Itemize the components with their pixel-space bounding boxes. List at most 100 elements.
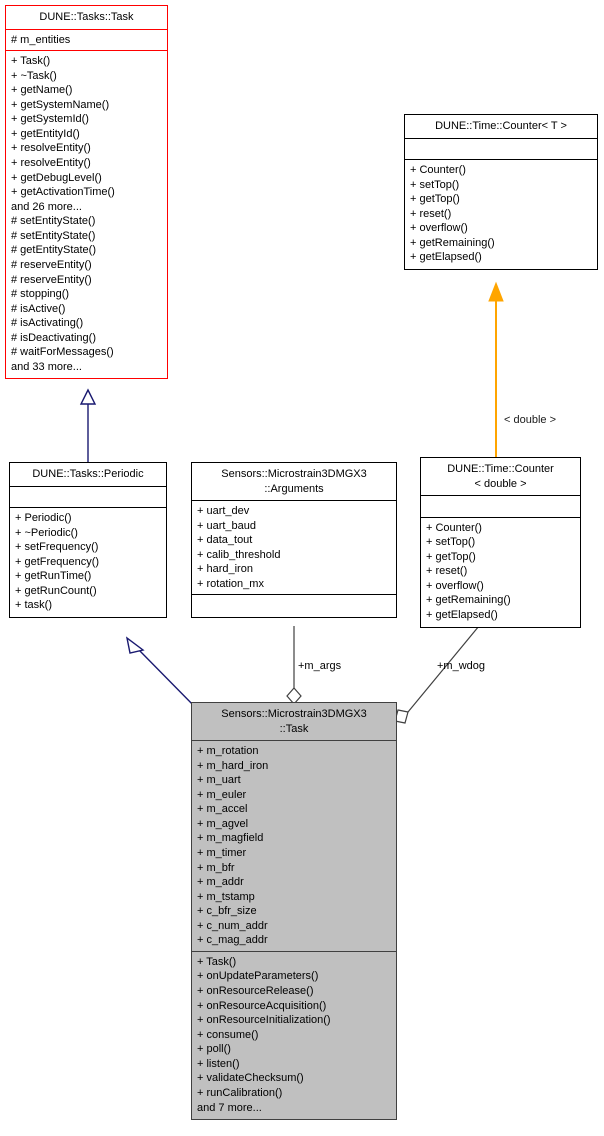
arrowhead-template-instantiation xyxy=(488,281,504,302)
class-operations: + Task() + onUpdateParameters() + onResour… xyxy=(192,952,396,1119)
class-member-row: + reset() xyxy=(410,207,452,220)
class-member-row: + poll() xyxy=(197,1043,231,1056)
class-member-row: # setEntityState() xyxy=(11,215,96,228)
class-member-row: + uart_dev xyxy=(197,505,250,518)
class-member-row: + Task() xyxy=(197,955,237,968)
class-member-row: + task() xyxy=(15,599,52,612)
class-member-row: + overflow() xyxy=(410,222,468,235)
class-member-row: + m_accel xyxy=(197,803,248,816)
class-box-dune-time-counter-double[interactable]: DUNE::Time::Counter < double > + Counter… xyxy=(420,457,581,628)
class-member-row: + getSystemId() xyxy=(11,113,89,126)
class-member-row: + Task() xyxy=(11,55,51,68)
class-member-row: and 7 more... xyxy=(197,1101,262,1114)
class-member-row: # setEntityState() xyxy=(11,229,96,242)
class-member-row: + uart_baud xyxy=(197,519,257,532)
class-title: DUNE::Tasks::Periodic xyxy=(10,463,166,487)
class-member-row: + hard_iron xyxy=(197,563,253,576)
class-box-microstrain3dmgx3-arguments[interactable]: Sensors::Microstrain3DMGX3 ::Arguments +… xyxy=(191,462,397,618)
class-member-row: + getRunTime() xyxy=(15,570,92,583)
class-member-row: + onResourceInitialization() xyxy=(197,1014,331,1027)
class-member-row: + m_agvel xyxy=(197,817,249,830)
class-member-row: + m_timer xyxy=(197,846,247,859)
class-member-row: + Counter() xyxy=(410,164,466,177)
class-attributes xyxy=(405,139,597,161)
uml-class-diagram: DUNE::Tasks::Task # m_entities + Task() +… xyxy=(0,0,604,1136)
class-member-row: + getEntityId() xyxy=(11,127,80,140)
edge-label-m-wdog: +m_wdog xyxy=(437,660,486,672)
class-attributes: # m_entities xyxy=(6,30,167,52)
class-member-row: + runCalibration() xyxy=(197,1086,283,1099)
class-member-row: + m_bfr xyxy=(197,861,235,874)
class-member-row: # isActivating() xyxy=(11,317,84,330)
class-box-dune-tasks-periodic[interactable]: DUNE::Tasks::Periodic + Periodic() + ~Per… xyxy=(9,462,167,619)
class-member-row: + m_euler xyxy=(197,788,247,801)
class-member-row: # reserveEntity() xyxy=(11,258,92,271)
class-member-row: + m_addr xyxy=(197,876,244,889)
class-member-row: + getName() xyxy=(11,84,73,97)
class-member-row: + getElapsed() xyxy=(426,608,498,621)
class-member-row: + reset() xyxy=(426,565,468,578)
class-attributes xyxy=(10,487,166,509)
class-member-row: + m_tstamp xyxy=(197,890,255,903)
class-member-row: + c_bfr_size xyxy=(197,905,257,918)
class-title: Sensors::Microstrain3DMGX3 ::Task xyxy=(192,703,396,742)
class-operations: + Task() + ~Task() + getName() + getSystemN… xyxy=(6,51,167,378)
empty-compartment xyxy=(15,490,161,505)
class-member-row: + Counter() xyxy=(426,521,482,534)
class-member-row: + consume() xyxy=(197,1028,259,1041)
class-member-row: + ~Task() xyxy=(11,69,57,82)
class-operations: + Counter() + setTop() + getTop() + reset()… xyxy=(421,518,580,627)
class-member-row: # stopping() xyxy=(11,288,70,301)
edge-label-template-double: < double > xyxy=(504,414,556,426)
edge-label-m-args: +m_args xyxy=(298,660,342,672)
class-member-row: # m_entities xyxy=(11,33,71,46)
class-member-row: + getTop() xyxy=(410,193,460,206)
class-member-row: + onResourceRelease() xyxy=(197,985,314,998)
class-member-row: + m_uart xyxy=(197,774,241,787)
class-member-row: + Periodic() xyxy=(15,512,72,525)
class-operations: + Periodic() + ~Periodic() + setFrequency(… xyxy=(10,508,166,617)
class-member-row: + m_magfield xyxy=(197,832,264,845)
class-attributes xyxy=(421,496,580,518)
class-member-row: + onUpdateParameters() xyxy=(197,970,319,983)
class-member-row: + onResourceAcquisition() xyxy=(197,999,327,1012)
class-member-row: # reserveEntity() xyxy=(11,273,92,286)
class-member-row: + m_rotation xyxy=(197,745,259,758)
class-member-row: + getRemaining() xyxy=(410,236,495,249)
class-box-dune-tasks-task[interactable]: DUNE::Tasks::Task # m_entities + Task() +… xyxy=(5,5,168,380)
class-member-row: + getTop() xyxy=(426,550,476,563)
class-member-row: + rotation_mx xyxy=(197,577,264,590)
class-member-row: + resolveEntity() xyxy=(11,142,91,155)
class-member-row: + getActivationTime() xyxy=(11,186,115,199)
class-member-row: + getRunCount() xyxy=(15,584,97,597)
class-member-row: + getFrequency() xyxy=(15,555,100,568)
class-box-dune-time-counter-t[interactable]: DUNE::Time::Counter< T > + Counter() + se… xyxy=(404,114,598,271)
class-member-row: + listen() xyxy=(197,1057,240,1070)
arrowhead-inheritance-periodic xyxy=(125,636,145,654)
class-member-row: # waitForMessages() xyxy=(11,346,114,359)
class-member-row: + getDebugLevel() xyxy=(11,171,102,184)
class-member-row: + setTop() xyxy=(410,178,460,191)
class-member-row: + validateChecksum() xyxy=(197,1072,304,1085)
class-title: DUNE::Time::Counter < double > xyxy=(421,458,580,497)
class-title: DUNE::Tasks::Task xyxy=(6,6,167,30)
class-box-microstrain3dmgx3-task[interactable]: Sensors::Microstrain3DMGX3 ::Task + m_ro… xyxy=(191,702,397,1121)
empty-compartment xyxy=(426,499,575,514)
class-attributes: + m_rotation + m_hard_iron + m_uart + m_eul… xyxy=(192,741,396,952)
class-member-row: + getElapsed() xyxy=(410,251,482,264)
class-operations xyxy=(192,595,396,617)
class-member-row: + calib_threshold xyxy=(197,548,281,561)
class-title: Sensors::Microstrain3DMGX3 ::Arguments xyxy=(192,463,396,502)
empty-compartment xyxy=(410,142,592,157)
class-member-row: + c_num_addr xyxy=(197,919,268,932)
class-operations: + Counter() + setTop() + getTop() + reset()… xyxy=(405,160,597,269)
class-member-row: + getSystemName() xyxy=(11,98,110,111)
class-member-row: # getEntityState() xyxy=(11,244,96,257)
class-member-row: # isActive() xyxy=(11,302,66,315)
arrowhead-inheritance-task xyxy=(79,388,97,405)
class-member-row: + setTop() xyxy=(426,536,476,549)
class-member-row: + setFrequency() xyxy=(15,541,99,554)
class-attributes: + uart_dev + uart_baud + data_tout + calib_… xyxy=(192,501,396,596)
class-member-row: + overflow() xyxy=(426,579,484,592)
class-member-row: + data_tout xyxy=(197,534,253,547)
